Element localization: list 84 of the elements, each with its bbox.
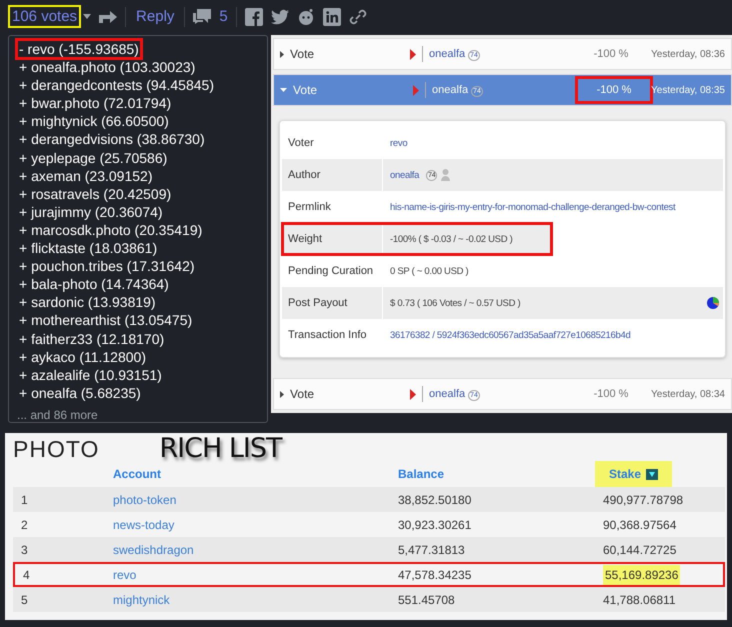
pie-chart-icon	[707, 297, 719, 309]
account-link[interactable]: revo	[113, 568, 136, 582]
voter-entry[interactable]: + onealfa.photo (103.30023)	[17, 58, 198, 76]
detail-label: Transaction Info	[282, 319, 384, 351]
flag-icon	[410, 388, 416, 400]
caret-icon[interactable]	[83, 14, 92, 19]
stake-cell: 60,144.72725	[603, 542, 676, 556]
detail-link[interactable]: revo	[390, 138, 408, 148]
voter-entry[interactable]: + azalealife (10.93151)	[17, 366, 164, 384]
detail-label: Post Payout	[282, 287, 384, 319]
vote-percent: -100 %	[577, 78, 652, 102]
balance-cell: 38,852.50180	[398, 492, 472, 506]
voter-entry[interactable]: + axeman (23.09152)	[17, 166, 154, 185]
rank-cell: 2	[21, 518, 28, 532]
token-name: PHOTO	[13, 436, 100, 463]
expand-icon[interactable]	[280, 50, 284, 58]
voter-entry[interactable]: + bala-photo (14.74364)	[17, 275, 171, 294]
voter-entry[interactable]: + onealfa (5.68235)	[17, 384, 143, 402]
stake-cell: 55,169.89236	[603, 564, 680, 584]
detail-value: 0 SP ( ~ 0.00 USD )	[390, 266, 468, 276]
detail-label: Author	[282, 159, 384, 191]
twitter-icon[interactable]	[270, 8, 289, 26]
voter-entry[interactable]: + motherearthist (13.05475)	[17, 311, 194, 330]
author-link[interactable]: onealfa	[390, 170, 420, 180]
voter-entry[interactable]: - revo (-155.93685)	[17, 40, 141, 58]
voter-entry[interactable]: + sardonic (13.93819)	[17, 293, 158, 312]
stake-cell: 41,788.06811	[603, 592, 676, 606]
user-icon	[441, 169, 450, 181]
detail-value: $ 0.73 ( 106 Votes / ~ 0.57 USD )	[390, 298, 520, 308]
flag-icon	[413, 84, 420, 96]
column-header[interactable]: Account	[105, 461, 390, 487]
more-voters-text: ... and 86 more	[17, 408, 99, 422]
voter-entry[interactable]: + jurajimmy (20.36074)	[17, 202, 165, 221]
comments-icon[interactable]	[193, 9, 212, 24]
rank-cell: 3	[21, 542, 28, 556]
sort-icon[interactable]	[646, 468, 658, 480]
rank-cell: 1	[21, 492, 28, 506]
operation-time: Yesterday, 08:36	[651, 48, 725, 60]
linkedin-icon[interactable]	[322, 8, 341, 26]
rank-cell: 5	[21, 592, 28, 606]
author-link[interactable]: onealfa	[429, 48, 466, 60]
detail-value: -100% ( $ -0.03 / ~ -0.02 USD )	[390, 234, 512, 244]
voter-entry[interactable]: + derangedvisions (38.86730)	[17, 130, 207, 149]
balance-cell: 551.45708	[398, 592, 455, 606]
rank-cell: 4	[23, 568, 30, 582]
balance-cell: 5,477.31813	[398, 542, 465, 556]
voter-entry[interactable]: + bwar.photo (72.01794)	[17, 94, 174, 112]
account-link[interactable]: news-today	[113, 518, 174, 532]
stake-cell: 90,368.97564	[603, 518, 676, 532]
column-header[interactable]: Balance	[390, 461, 595, 487]
flag-icon	[410, 48, 416, 60]
collapse-icon[interactable]	[280, 88, 288, 92]
author-link[interactable]: onealfa	[432, 84, 468, 96]
voter-entry[interactable]: + flicktaste (18.03861)	[17, 239, 160, 258]
detail-link[interactable]: his-name-is-giris-my-entry-for-monomad-challenge-deranged-bw-contest	[390, 202, 676, 212]
detail-label: Weight	[282, 223, 384, 255]
balance-cell: 47,578.34235	[398, 568, 472, 582]
voter-entry[interactable]: + mightynick (66.60500)	[17, 112, 171, 130]
operation-type: Vote	[290, 387, 316, 401]
votes-button[interactable]: 106 votes	[8, 5, 82, 28]
operation-type: Vote	[290, 47, 316, 61]
link-icon[interactable]	[348, 8, 367, 26]
reddit-icon[interactable]	[296, 8, 315, 26]
voter-entry[interactable]: + yeplepage (25.70586)	[17, 148, 170, 167]
operation-type: Vote	[293, 83, 318, 97]
voter-entry[interactable]: + pouchon.tribes (17.31642)	[17, 257, 197, 276]
voter-entry[interactable]: + rosatravels (20.42509)	[17, 184, 174, 203]
voter-entry[interactable]: + aykaco (11.12800)	[17, 348, 148, 366]
vote-percent: -100 %	[592, 387, 630, 402]
voter-entry[interactable]: + derangedcontests (94.45845)	[17, 76, 216, 94]
comment-count: 5	[219, 8, 228, 25]
author-link[interactable]: onealfa	[429, 388, 466, 400]
balance-cell: 30,923.30261	[398, 518, 472, 532]
reply-link[interactable]: Reply	[134, 7, 176, 26]
vote-percent: -100 %	[592, 47, 630, 62]
page-title: RICH LIST	[159, 433, 282, 464]
facebook-icon[interactable]	[244, 8, 263, 26]
detail-link[interactable]: 36176382 / 5924f363edc60567ad35a5aaf727e10685216b4d	[390, 330, 630, 340]
voter-entry[interactable]: + marcosdk.photo (20.35419)	[17, 220, 204, 240]
voter-entry[interactable]: + faitherz33 (12.18170)	[17, 330, 166, 348]
operation-time: Yesterday, 08:34	[651, 388, 725, 400]
stake-cell: 490,977.78798	[603, 492, 684, 506]
share-icon[interactable]	[99, 10, 118, 24]
expand-icon[interactable]	[280, 390, 284, 398]
